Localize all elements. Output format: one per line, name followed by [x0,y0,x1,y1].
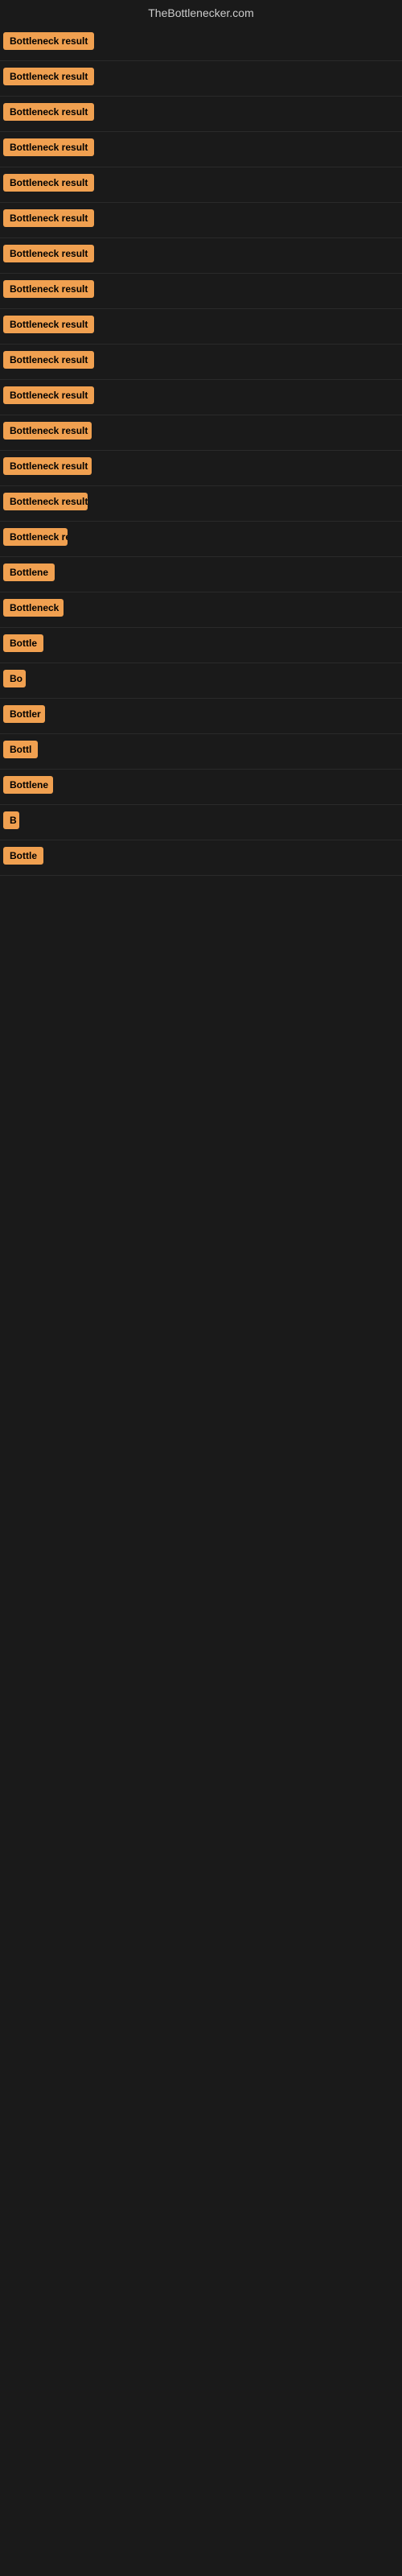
bottleneck-badge[interactable]: Bottleneck result [3,138,94,156]
bottleneck-badge[interactable]: Bottl [3,741,38,758]
result-row: Bottler [0,699,402,734]
bottleneck-badge[interactable]: Bottleneck result [3,103,94,121]
bottleneck-badge[interactable]: Bottlene [3,776,53,794]
result-row: Bottleneck result [0,309,402,345]
bottleneck-badge[interactable]: Bottleneck result [3,280,94,298]
result-row: Bottlene [0,770,402,805]
result-row: Bottleneck result [0,345,402,380]
bottleneck-badge[interactable]: Bottler [3,705,45,723]
result-row: Bottleneck result [0,132,402,167]
bottleneck-badge[interactable]: Bottleneck re [3,528,68,546]
result-row: Bottleneck [0,592,402,628]
site-title: TheBottlenecker.com [0,0,402,26]
bottleneck-badge[interactable]: Bottleneck result [3,351,94,369]
result-row: Bottleneck result [0,238,402,274]
result-row: Bottleneck result [0,167,402,203]
result-row: Bottleneck result [0,274,402,309]
bottleneck-badge[interactable]: Bottleneck result [3,209,94,227]
result-row: Bottl [0,734,402,770]
bottleneck-badge[interactable]: Bottleneck [3,599,64,617]
bottleneck-badge[interactable]: Bottleneck result [3,32,94,50]
bottleneck-badge[interactable]: Bottleneck result [3,493,88,510]
result-row: Bottleneck result [0,203,402,238]
result-row: Bottle [0,628,402,663]
bottleneck-badge[interactable]: Bottleneck result [3,386,94,404]
bottleneck-badge[interactable]: Bo [3,670,26,687]
result-row: Bottleneck result [0,451,402,486]
bottleneck-badge[interactable]: Bottleneck result [3,174,94,192]
bottleneck-badge[interactable]: Bottleneck result [3,245,94,262]
bottleneck-badge[interactable]: Bottle [3,634,43,652]
bottleneck-badge[interactable]: Bottleneck result [3,457,92,475]
result-row: Bottlene [0,557,402,592]
result-row: Bottleneck result [0,61,402,97]
result-row: Bo [0,663,402,699]
result-row: Bottleneck result [0,97,402,132]
bottleneck-badge[interactable]: Bottleneck result [3,316,94,333]
result-row: Bottleneck result [0,486,402,522]
result-row: B [0,805,402,840]
bottleneck-badge[interactable]: Bottle [3,847,43,865]
result-row: Bottleneck re [0,522,402,557]
result-row: Bottleneck result [0,26,402,61]
bottleneck-badge[interactable]: Bottlene [3,564,55,581]
result-row: Bottle [0,840,402,876]
bottleneck-badge[interactable]: Bottleneck result [3,68,94,85]
bottleneck-badge[interactable]: B [3,811,19,829]
result-row: Bottleneck result [0,380,402,415]
result-row: Bottleneck result [0,415,402,451]
bottleneck-badge[interactable]: Bottleneck result [3,422,92,440]
